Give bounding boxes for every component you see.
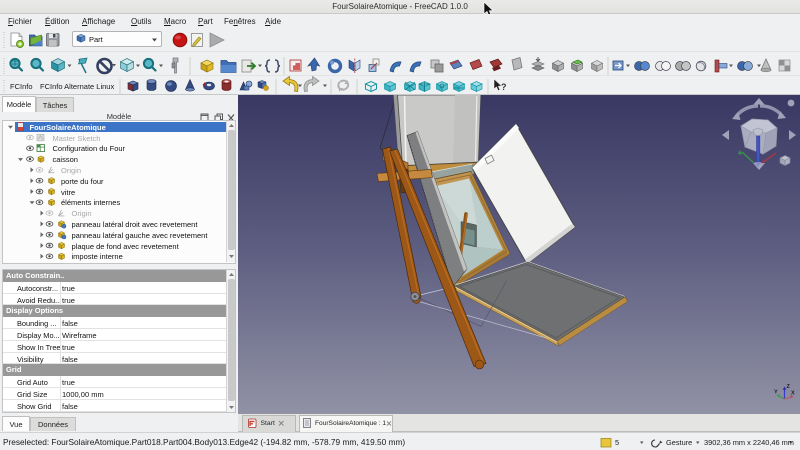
- svg-text:X: X: [791, 391, 795, 397]
- svg-text:Y: Y: [774, 390, 778, 396]
- svg-text:?: ?: [501, 82, 507, 92]
